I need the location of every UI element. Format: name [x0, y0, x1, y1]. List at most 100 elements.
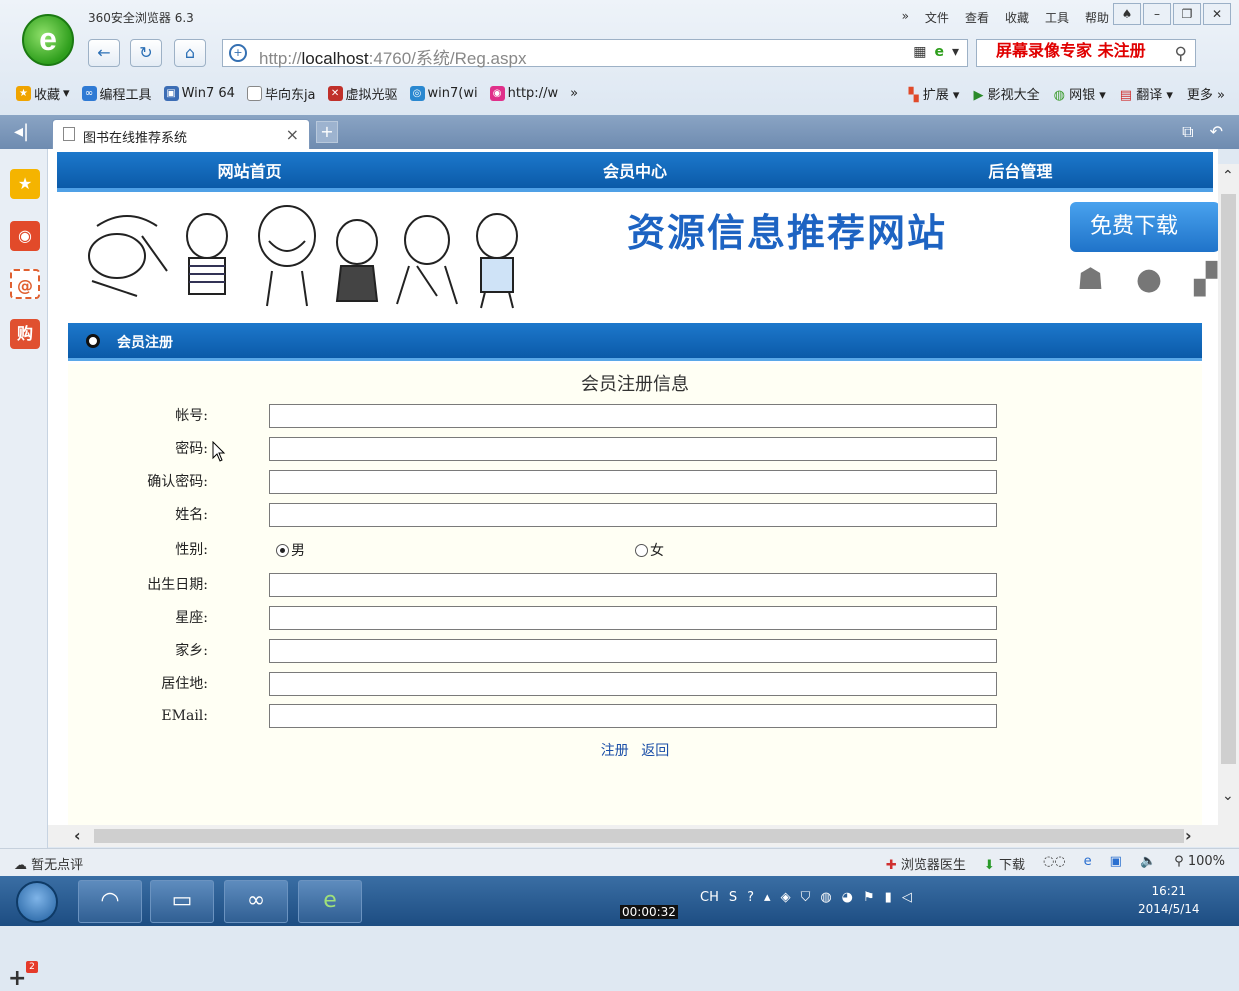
undo-close-icon[interactable]: ↶	[1210, 122, 1223, 142]
tab-close-icon[interactable]: ×	[286, 125, 299, 144]
search-icon[interactable]: ⚲	[1175, 44, 1187, 64]
home-button[interactable]: ⌂	[174, 39, 206, 67]
address-url[interactable]: http://localhost:4760/系统/Reg.aspx	[259, 44, 526, 69]
translate-button[interactable]: ▤ 翻译 ▾	[1120, 84, 1173, 103]
security-icon[interactable]: ◍	[820, 890, 831, 905]
zoom-control[interactable]: ⚲ 100%	[1174, 854, 1225, 873]
flag-icon[interactable]: ⚑	[863, 890, 875, 905]
birthdate-input[interactable]	[269, 573, 997, 597]
skin-icon[interactable]: ♠	[1113, 3, 1141, 25]
start-button[interactable]	[16, 881, 58, 923]
residence-input[interactable]	[269, 672, 997, 696]
taskbar-360-browser[interactable]: e	[298, 880, 362, 923]
new-tab-button[interactable]: +	[316, 121, 338, 143]
nav-home[interactable]: 网站首页	[57, 152, 442, 188]
gender-male-option[interactable]: 男	[276, 540, 305, 560]
bookmark-more[interactable]: »	[570, 86, 578, 101]
email-label: EMail:	[161, 708, 208, 724]
review-status[interactable]: ☁ 暂无点评	[14, 854, 83, 873]
qq-icon[interactable]: ◕	[842, 890, 853, 905]
browser-mode-icon[interactable]: e	[934, 44, 944, 60]
bookmark-item[interactable]: ▣ Win7 64	[163, 85, 235, 101]
browser-doctor-button[interactable]: ✚ 浏览器医生	[886, 854, 966, 873]
language-indicator[interactable]: CH	[700, 890, 719, 905]
bookmark-item[interactable]: 毕向东ja	[246, 84, 316, 103]
close-button[interactable]: ✕	[1203, 3, 1231, 25]
scroll-down-icon[interactable]: ⌄	[1222, 788, 1234, 804]
weibo-icon[interactable]: ◉	[10, 221, 40, 251]
minimize-button[interactable]: –	[1143, 3, 1171, 25]
window-icon[interactable]: ▣	[1110, 854, 1122, 873]
password-input[interactable]	[269, 437, 997, 461]
address-bar[interactable]: + http://localhost:4760/系统/Reg.aspx ▦ e …	[222, 39, 968, 69]
vertical-scrollbar[interactable]: ⌃ ⌄	[1218, 164, 1239, 825]
favorites-star-icon[interactable]: ★	[10, 169, 40, 199]
help-icon[interactable]: ?	[747, 890, 754, 905]
bookmark-favorites[interactable]: ★ 收藏 ▾	[16, 84, 70, 103]
radio-male[interactable]	[276, 543, 289, 557]
network-icon[interactable]: ▮	[885, 890, 892, 905]
security-shield-icon[interactable]: +	[229, 44, 247, 62]
ie-icon[interactable]: e	[1084, 854, 1092, 873]
windows-icon[interactable]: ▞	[1194, 262, 1217, 297]
sound-icon[interactable]: 🔈	[1140, 854, 1156, 873]
menu-more[interactable]: »	[902, 9, 909, 26]
bookmark-item[interactable]: ◉ http://w	[489, 85, 558, 101]
mail-icon[interactable]: @	[10, 269, 40, 299]
account-input[interactable]	[269, 404, 997, 428]
restore-button[interactable]: ❐	[1173, 3, 1201, 25]
shopping-icon[interactable]: 购	[10, 319, 40, 349]
hometown-input[interactable]	[269, 639, 997, 663]
tray-app-icon[interactable]: ◈	[781, 890, 791, 905]
tray-expand-icon[interactable]: ▴	[764, 890, 771, 905]
scroll-right-icon[interactable]: ›	[1185, 826, 1192, 845]
bookmark-item[interactable]: ∞ 编程工具	[81, 84, 152, 103]
shield-icon[interactable]: ⛉	[801, 890, 811, 905]
qr-code-icon[interactable]: ▦	[913, 44, 926, 60]
video-button[interactable]: ▶ 影视大全	[973, 84, 1039, 103]
back-link[interactable]: 返回	[641, 743, 669, 759]
sidebar-toggle-icon[interactable]: ◂|	[14, 121, 29, 142]
gender-female-option[interactable]: 女	[635, 540, 664, 560]
bank-button[interactable]: ◍ 网银 ▾	[1054, 84, 1106, 103]
name-input[interactable]	[269, 503, 997, 527]
horizontal-scrollbar[interactable]: ‹ ›	[48, 825, 1239, 847]
taskbar-app-1[interactable]: ◠	[78, 880, 142, 923]
apple-icon[interactable]: ●	[1136, 262, 1162, 297]
download-manager-button[interactable]: ⬇ 下载	[984, 854, 1025, 873]
ad-block-icon[interactable]: ◌◌	[1043, 854, 1066, 873]
download-button[interactable]: 免费下载	[1070, 202, 1218, 252]
tab-active[interactable]: 图书在线推荐系统 ×	[52, 119, 310, 149]
menu-help[interactable]: 帮助	[1085, 9, 1109, 26]
nav-member-center[interactable]: 会员中心	[442, 152, 827, 188]
taskbar-explorer[interactable]: ▭	[150, 880, 214, 923]
email-input[interactable]	[269, 704, 997, 728]
android-icon[interactable]: ☗	[1077, 262, 1104, 297]
vertical-scroll-thumb[interactable]	[1221, 194, 1236, 764]
dropdown-icon[interactable]: ▾	[952, 44, 959, 60]
more-button[interactable]: 更多 »	[1187, 84, 1225, 103]
menu-tools[interactable]: 工具	[1045, 9, 1069, 26]
back-button[interactable]: ←	[88, 39, 120, 67]
menu-view[interactable]: 查看	[965, 9, 989, 26]
bookmark-item[interactable]: ✕ 虚拟光驱	[327, 84, 398, 103]
confirm-password-input[interactable]	[269, 470, 997, 494]
menu-file[interactable]: 文件	[925, 9, 949, 26]
extensions-button[interactable]: ▚ 扩展 ▾	[909, 84, 960, 103]
system-clock[interactable]: 16:21 2014/5/14	[1138, 882, 1200, 918]
bookmark-item[interactable]: ◎ win7(wi	[409, 85, 478, 101]
nav-admin[interactable]: 后台管理	[828, 152, 1213, 188]
radio-female[interactable]	[635, 543, 648, 557]
scroll-left-icon[interactable]: ‹	[74, 826, 81, 845]
menu-favorites[interactable]: 收藏	[1005, 9, 1029, 26]
register-link[interactable]: 注册	[601, 743, 629, 759]
scroll-up-icon[interactable]: ⌃	[1222, 168, 1234, 184]
input-method-icon[interactable]: S	[729, 890, 737, 905]
constellation-input[interactable]	[269, 606, 997, 630]
tab-list-icon[interactable]: ⧉	[1182, 122, 1193, 142]
volume-icon[interactable]: ◁	[902, 890, 912, 905]
refresh-button[interactable]: ↻	[130, 39, 162, 67]
horizontal-scroll-thumb[interactable]	[94, 829, 1184, 843]
taskbar-visual-studio[interactable]: ∞	[224, 880, 288, 923]
add-icon[interactable]: +	[8, 966, 26, 991]
